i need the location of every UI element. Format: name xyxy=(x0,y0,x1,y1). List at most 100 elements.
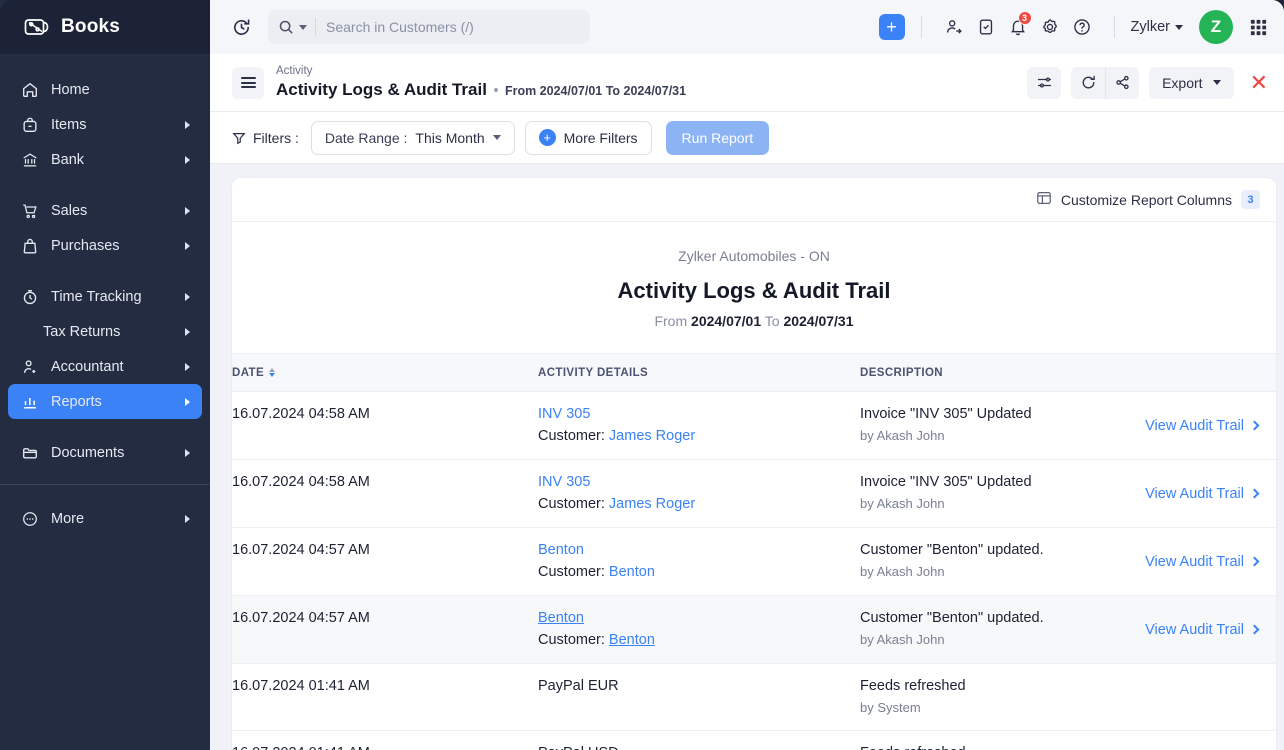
view-audit-trail-link[interactable]: View Audit Trail xyxy=(1145,418,1258,434)
avatar[interactable]: Z xyxy=(1199,10,1233,44)
customer-link[interactable]: Benton xyxy=(609,564,655,580)
activity-record-link[interactable]: INV 305 xyxy=(538,474,860,490)
main-area: + 3 Z xyxy=(210,0,1284,750)
filter-bar: Filters : Date Range : This Month + More… xyxy=(210,112,1284,164)
sidebar-item-label: Tax Returns xyxy=(43,324,173,340)
cell-activity-details: PayPal EUR xyxy=(538,664,860,731)
refresh-icon[interactable] xyxy=(226,12,256,42)
sidebar-item-label: Documents xyxy=(51,445,173,461)
view-audit-trail-link[interactable]: View Audit Trail xyxy=(1145,486,1258,502)
page-header-actions: Export ✕ xyxy=(1027,67,1268,99)
top-bar: + 3 Z xyxy=(210,0,1284,54)
activity-record-link[interactable]: Benton xyxy=(538,610,860,626)
date-range-label: Date Range : xyxy=(325,130,408,146)
run-report-button[interactable]: Run Report xyxy=(666,121,770,155)
breadcrumb: Activity xyxy=(276,64,686,79)
search-input[interactable] xyxy=(326,19,580,35)
sidebar-item-documents[interactable]: Documents xyxy=(8,435,202,470)
chevron-down-icon[interactable] xyxy=(299,25,307,30)
content-area: Customize Report Columns 3 Zylker Automo… xyxy=(210,164,1284,750)
description-text: Feeds refreshed xyxy=(860,678,1276,694)
table-header: DATE ACTIVITY DETAILS DESCRIPTION xyxy=(232,354,1276,392)
filter-icon xyxy=(232,131,246,145)
table-row[interactable]: 16.07.2024 04:58 AMINV 305Customer: Jame… xyxy=(232,460,1276,528)
timer-icon xyxy=(20,287,39,306)
org-switcher[interactable]: Zylker xyxy=(1131,19,1183,35)
report-org-name: Zylker Automobiles - ON xyxy=(232,248,1276,264)
sidebar-item-tax-returns[interactable]: Tax Returns xyxy=(8,314,202,349)
view-audit-trail-link[interactable]: View Audit Trail xyxy=(1145,622,1258,638)
report-settings-button[interactable] xyxy=(1027,67,1061,99)
customer-link[interactable]: James Roger xyxy=(609,496,695,512)
description-text: Feeds refreshed xyxy=(860,745,1276,750)
view-audit-trail-label: View Audit Trail xyxy=(1145,554,1244,570)
table-row[interactable]: 16.07.2024 01:41 AMPayPal USDFeeds refre… xyxy=(232,731,1276,750)
plus-icon: + xyxy=(539,129,556,146)
cell-activity-details: INV 305Customer: James Roger xyxy=(538,392,860,460)
columns-icon xyxy=(1036,190,1052,209)
refresh-report-button[interactable] xyxy=(1071,67,1105,99)
share-button[interactable] xyxy=(1105,67,1139,99)
customize-report-columns-button[interactable]: Customize Report Columns 3 xyxy=(1036,190,1260,209)
cell-description: Customer "Benton" updated.by Akash JohnV… xyxy=(860,528,1276,596)
subscribe-users-icon[interactable] xyxy=(938,12,970,42)
activity-record-link[interactable]: INV 305 xyxy=(538,406,860,422)
sidebar-item-home[interactable]: Home xyxy=(8,72,202,107)
apps-grid-icon[interactable] xyxy=(1249,18,1268,37)
close-button[interactable]: ✕ xyxy=(1250,72,1268,94)
column-header-date[interactable]: DATE xyxy=(232,354,538,392)
table-row[interactable]: 16.07.2024 04:57 AMBentonCustomer: Bento… xyxy=(232,528,1276,596)
accountant-icon xyxy=(20,357,39,376)
table-row[interactable]: 16.07.2024 04:57 AMBentonCustomer: Bento… xyxy=(232,596,1276,664)
view-audit-trail-link[interactable]: View Audit Trail xyxy=(1145,554,1258,570)
add-button[interactable]: + xyxy=(879,14,905,40)
cell-date: 16.07.2024 04:57 AM xyxy=(232,596,538,664)
sidebar-item-time-tracking[interactable]: Time Tracking xyxy=(8,279,202,314)
report-header: Zylker Automobiles - ON Activity Logs & … xyxy=(232,222,1276,353)
chevron-right-icon xyxy=(185,363,190,371)
tasks-icon[interactable] xyxy=(970,12,1002,42)
sort-icon[interactable] xyxy=(269,368,275,377)
sidebar-item-sales[interactable]: Sales xyxy=(8,193,202,228)
view-audit-trail-label: View Audit Trail xyxy=(1145,622,1244,638)
filters-label-group: Filters : xyxy=(232,130,299,146)
view-audit-trail-label: View Audit Trail xyxy=(1145,418,1244,434)
sidebar-item-items[interactable]: Items xyxy=(8,107,202,142)
more-filters-button[interactable]: + More Filters xyxy=(525,121,652,155)
org-name: Zylker xyxy=(1131,19,1170,35)
sidebar-item-reports[interactable]: Reports xyxy=(8,384,202,419)
sidebar-item-bank[interactable]: Bank xyxy=(8,142,202,177)
sidebar-item-purchases[interactable]: Purchases xyxy=(8,228,202,263)
chevron-down-icon xyxy=(1175,25,1183,30)
cell-description: Feeds refreshedby System xyxy=(860,664,1276,731)
app-logo[interactable]: Books xyxy=(0,0,210,54)
sidebar-item-label: More xyxy=(51,511,173,527)
table-row[interactable]: 16.07.2024 01:41 AMPayPal EURFeeds refre… xyxy=(232,664,1276,731)
date-range-filter[interactable]: Date Range : This Month xyxy=(311,121,515,155)
column-header-description: DESCRIPTION xyxy=(860,354,1276,392)
chevron-down-icon xyxy=(1213,80,1221,85)
customer-link[interactable]: Benton xyxy=(609,632,655,648)
notifications-icon[interactable]: 3 xyxy=(1002,12,1034,42)
header-button-group xyxy=(1071,67,1139,99)
chevron-right-icon xyxy=(185,121,190,129)
divider xyxy=(921,16,922,38)
sidebar-item-more[interactable]: More xyxy=(8,501,202,536)
activity-record-link[interactable]: Benton xyxy=(538,542,860,558)
cell-activity-details: BentonCustomer: Benton xyxy=(538,528,860,596)
cell-date: 16.07.2024 01:41 AM xyxy=(232,731,538,750)
table-row[interactable]: 16.07.2024 04:58 AMINV 305Customer: Jame… xyxy=(232,392,1276,460)
page-title-block: Activity Activity Logs & Audit Trail Fro… xyxy=(276,64,686,102)
activity-table: DATE ACTIVITY DETAILS DESCRIPTION xyxy=(232,353,1276,750)
customer-link[interactable]: James Roger xyxy=(609,428,695,444)
help-icon[interactable] xyxy=(1066,12,1098,42)
page-date-range: From 2024/07/01 To 2024/07/31 xyxy=(505,80,686,102)
range-from-label: From xyxy=(654,313,687,329)
home-icon xyxy=(20,80,39,99)
search-box[interactable] xyxy=(268,10,590,44)
chevron-right-icon xyxy=(185,156,190,164)
settings-icon[interactable] xyxy=(1034,12,1066,42)
menu-toggle-button[interactable] xyxy=(232,67,264,99)
sidebar-item-accountant[interactable]: Accountant xyxy=(8,349,202,384)
export-button[interactable]: Export xyxy=(1149,67,1233,99)
